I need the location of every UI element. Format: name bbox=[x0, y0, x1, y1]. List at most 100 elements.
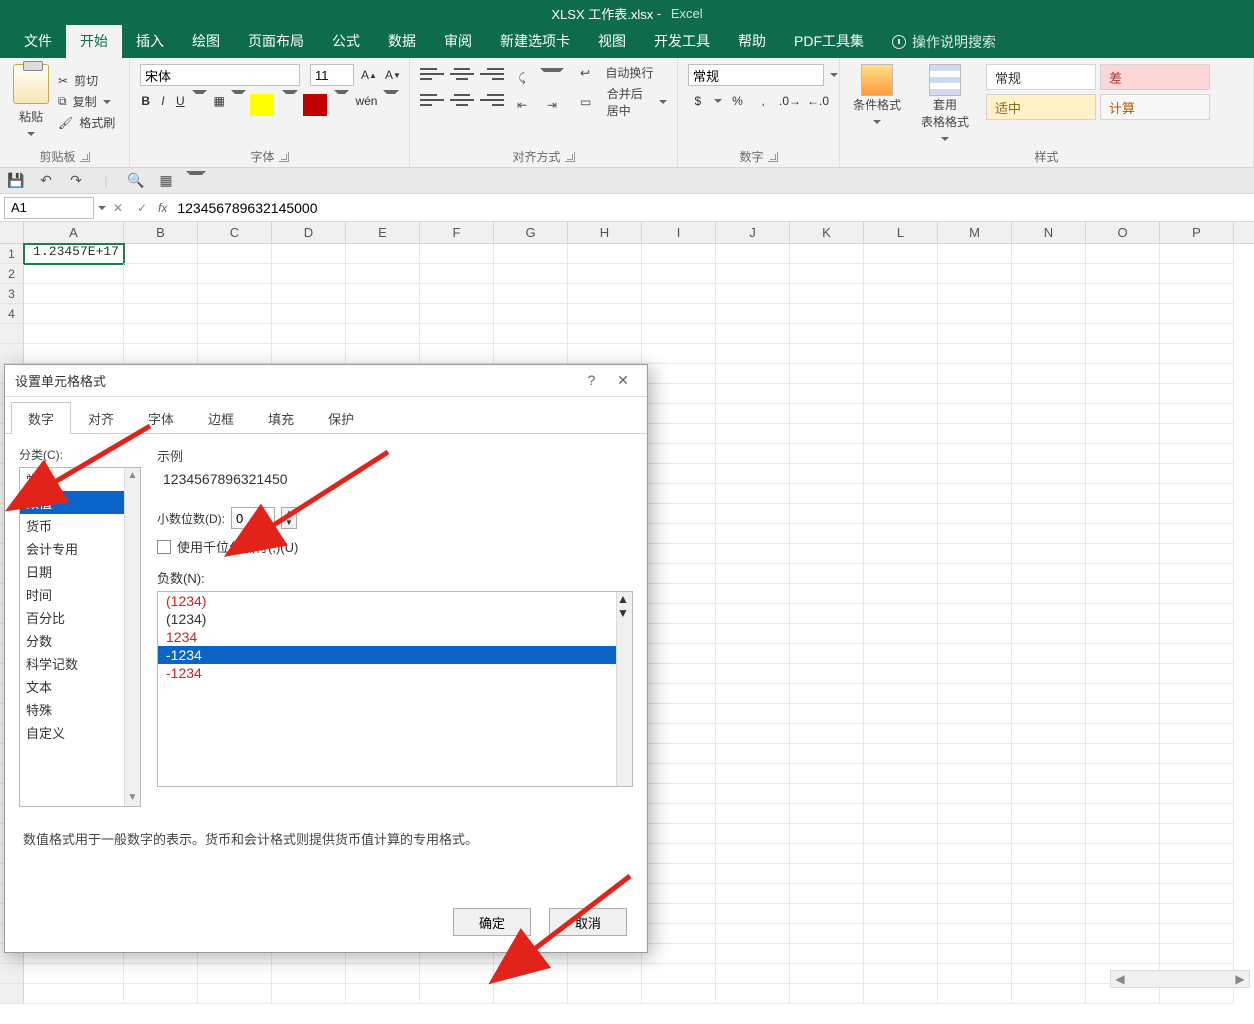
cell[interactable] bbox=[864, 444, 938, 464]
category-item[interactable]: 货币 bbox=[20, 514, 140, 537]
cell[interactable] bbox=[938, 384, 1012, 404]
cell-styles-gallery[interactable]: 常规 差 适中 计算 bbox=[986, 64, 1210, 120]
cell[interactable] bbox=[1160, 944, 1234, 964]
help-button[interactable]: ? bbox=[577, 372, 605, 388]
tab-insert[interactable]: 插入 bbox=[122, 25, 178, 58]
cell[interactable] bbox=[1012, 704, 1086, 724]
cancel-formula-button[interactable]: ✕ bbox=[106, 201, 130, 215]
cell[interactable] bbox=[864, 864, 938, 884]
cell[interactable] bbox=[642, 744, 716, 764]
cell[interactable] bbox=[642, 804, 716, 824]
cell[interactable] bbox=[938, 884, 1012, 904]
cell[interactable] bbox=[716, 604, 790, 624]
orientation-button[interactable]: ⤹ bbox=[510, 68, 534, 90]
save-button[interactable]: 💾 bbox=[6, 171, 26, 191]
cell[interactable] bbox=[716, 284, 790, 304]
scrollbar[interactable]: ▲▼ bbox=[616, 592, 632, 786]
tab-pdf-tools[interactable]: PDF工具集 bbox=[780, 25, 878, 58]
fill-color-button[interactable]: ◧ bbox=[252, 90, 276, 112]
cell[interactable] bbox=[1160, 844, 1234, 864]
cell[interactable] bbox=[864, 464, 938, 484]
cell[interactable] bbox=[938, 284, 1012, 304]
cell[interactable] bbox=[642, 504, 716, 524]
cell[interactable] bbox=[938, 524, 1012, 544]
cell[interactable] bbox=[716, 364, 790, 384]
cell[interactable] bbox=[790, 984, 864, 1004]
cell[interactable] bbox=[938, 604, 1012, 624]
format-as-table-button[interactable]: 套用 表格格式 bbox=[918, 64, 972, 144]
cell[interactable] bbox=[790, 944, 864, 964]
qat-icon-1[interactable]: 🔍 bbox=[126, 171, 146, 191]
cell[interactable] bbox=[1086, 524, 1160, 544]
negative-format-item[interactable]: (1234) bbox=[158, 610, 632, 628]
cell[interactable] bbox=[938, 724, 1012, 744]
cell[interactable] bbox=[790, 524, 864, 544]
cell[interactable] bbox=[1160, 344, 1234, 364]
cell[interactable]: 1.23457E+17 bbox=[24, 244, 124, 264]
row-header[interactable]: 4 bbox=[0, 304, 24, 324]
cell[interactable] bbox=[1160, 824, 1234, 844]
cell[interactable] bbox=[1012, 624, 1086, 644]
cell[interactable] bbox=[1086, 904, 1160, 924]
align-left-button[interactable] bbox=[420, 94, 444, 116]
cell[interactable] bbox=[1086, 784, 1160, 804]
cell[interactable] bbox=[642, 344, 716, 364]
cell[interactable] bbox=[124, 344, 198, 364]
cell[interactable] bbox=[938, 944, 1012, 964]
cell[interactable] bbox=[642, 984, 716, 1004]
cell[interactable] bbox=[642, 384, 716, 404]
cut-button[interactable]: 剪切 bbox=[58, 72, 115, 89]
cell[interactable] bbox=[568, 244, 642, 264]
cell[interactable] bbox=[790, 544, 864, 564]
fx-icon[interactable]: fx bbox=[158, 201, 167, 215]
cell[interactable] bbox=[1086, 504, 1160, 524]
cell[interactable] bbox=[864, 964, 938, 984]
cell[interactable] bbox=[272, 304, 346, 324]
cell[interactable] bbox=[1012, 544, 1086, 564]
cell[interactable] bbox=[716, 404, 790, 424]
style-calc[interactable]: 计算 bbox=[1100, 94, 1210, 120]
tab-formulas[interactable]: 公式 bbox=[318, 25, 374, 58]
cell[interactable] bbox=[1086, 744, 1160, 764]
col-header-F[interactable]: F bbox=[420, 222, 494, 243]
cell[interactable] bbox=[1086, 644, 1160, 664]
cell[interactable] bbox=[864, 924, 938, 944]
cell[interactable] bbox=[938, 364, 1012, 384]
increase-decimal-button[interactable]: .0→ bbox=[779, 90, 801, 112]
cell[interactable] bbox=[1160, 544, 1234, 564]
cell[interactable] bbox=[938, 684, 1012, 704]
cell[interactable] bbox=[1160, 764, 1234, 784]
cell[interactable] bbox=[1086, 484, 1160, 504]
cell[interactable] bbox=[642, 844, 716, 864]
cell[interactable] bbox=[642, 444, 716, 464]
cell[interactable] bbox=[716, 624, 790, 644]
cell[interactable] bbox=[642, 284, 716, 304]
category-item[interactable]: 科学记数 bbox=[20, 652, 140, 675]
cell[interactable] bbox=[864, 884, 938, 904]
cell[interactable] bbox=[1160, 724, 1234, 744]
cell[interactable] bbox=[642, 544, 716, 564]
cell[interactable] bbox=[938, 324, 1012, 344]
align-center-button[interactable] bbox=[450, 94, 474, 116]
cell[interactable] bbox=[716, 304, 790, 324]
row-header[interactable]: 3 bbox=[0, 284, 24, 304]
dialog-launcher-icon[interactable] bbox=[565, 152, 575, 162]
cell[interactable] bbox=[420, 324, 494, 344]
cell[interactable] bbox=[1012, 824, 1086, 844]
cell[interactable] bbox=[494, 284, 568, 304]
cell[interactable] bbox=[1086, 684, 1160, 704]
select-all-corner[interactable] bbox=[0, 222, 24, 243]
cell[interactable] bbox=[420, 304, 494, 324]
cell[interactable] bbox=[790, 404, 864, 424]
tab-data[interactable]: 数据 bbox=[374, 25, 430, 58]
cell[interactable] bbox=[568, 984, 642, 1004]
horizontal-scrollbar[interactable]: ◀▶ bbox=[1110, 970, 1250, 988]
tab-review[interactable]: 审阅 bbox=[430, 25, 486, 58]
cell[interactable] bbox=[790, 724, 864, 744]
cell[interactable] bbox=[1160, 384, 1234, 404]
category-item[interactable]: 会计专用 bbox=[20, 537, 140, 560]
cell[interactable] bbox=[790, 604, 864, 624]
cell[interactable] bbox=[864, 364, 938, 384]
cell[interactable] bbox=[494, 304, 568, 324]
cell[interactable] bbox=[1160, 564, 1234, 584]
